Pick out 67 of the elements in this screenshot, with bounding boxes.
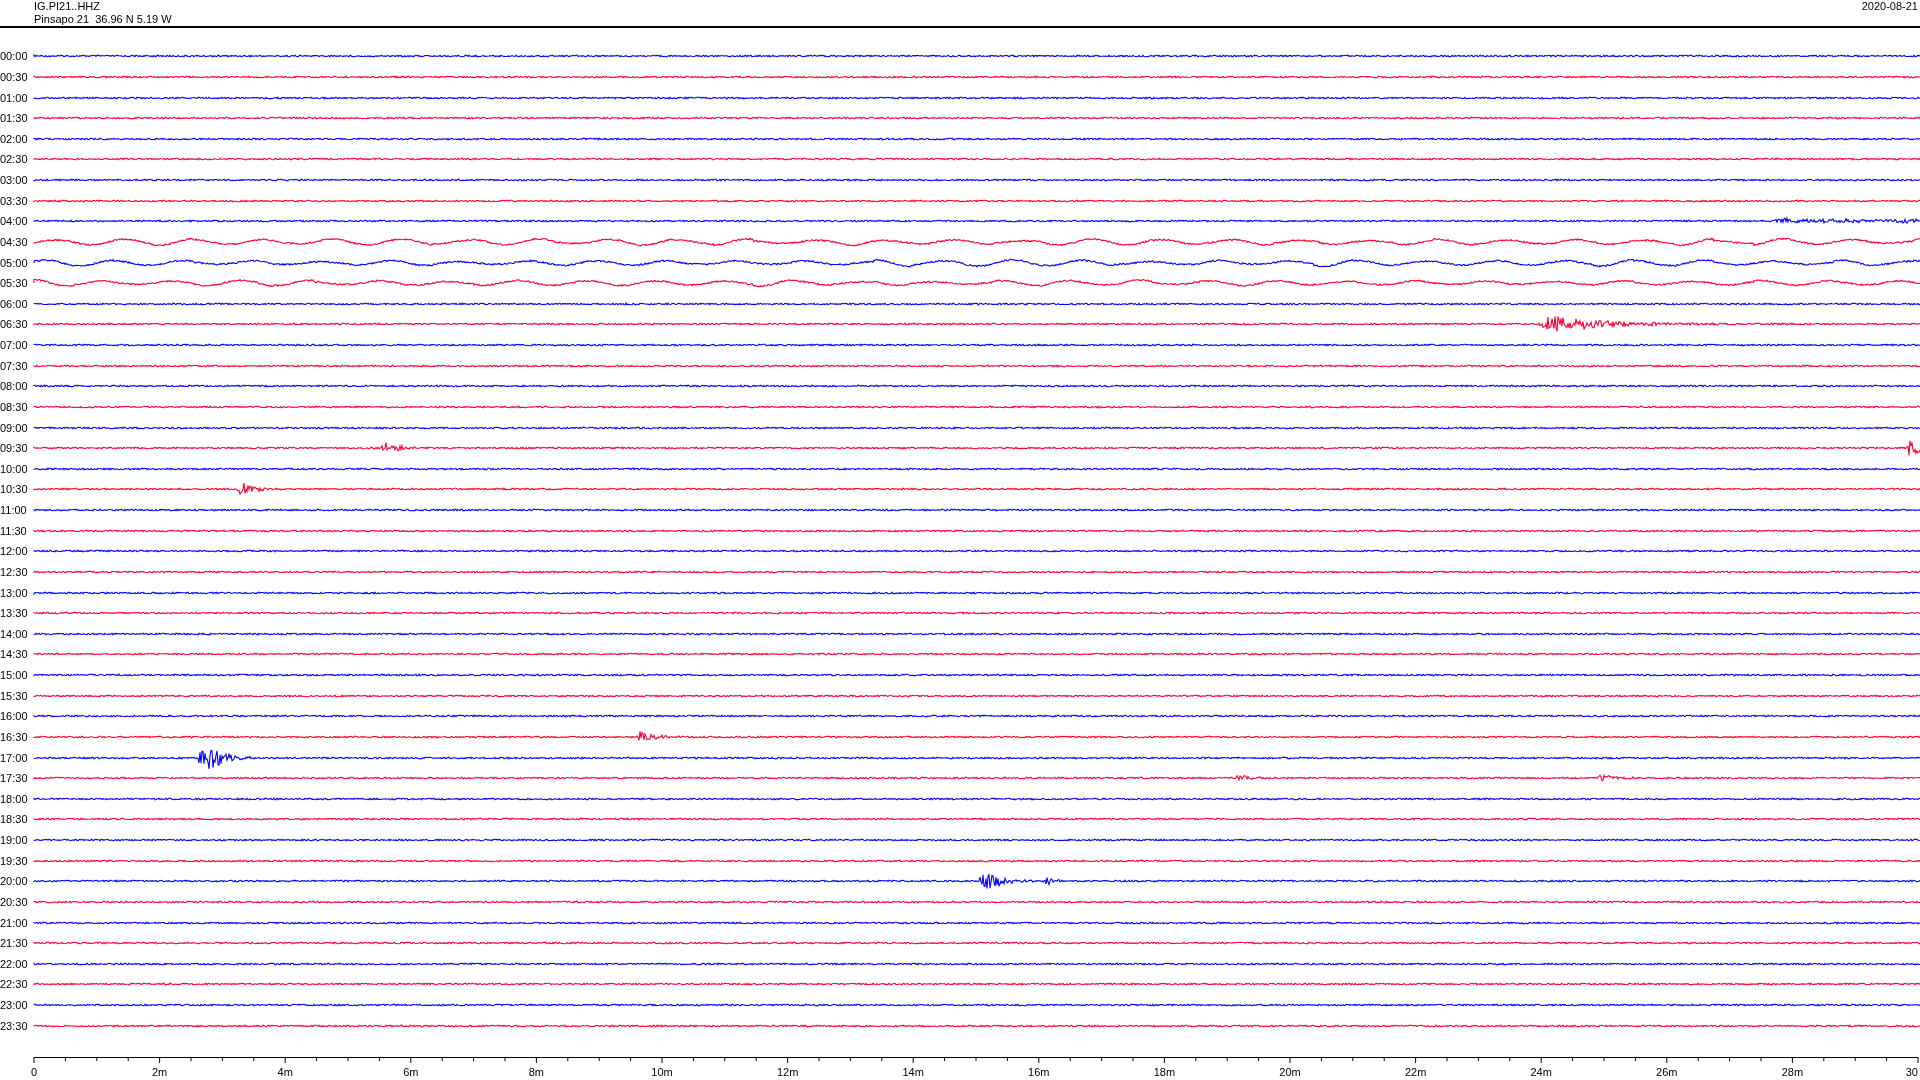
time-label: 17:30 xyxy=(0,772,28,785)
time-label: 11:00 xyxy=(0,504,27,517)
axis-label: 10m xyxy=(651,1066,673,1078)
time-label: 19:30 xyxy=(0,854,28,867)
time-label: 20:00 xyxy=(0,875,28,888)
time-label: 10:00 xyxy=(0,462,28,475)
time-label: 04:00 xyxy=(0,215,28,228)
axis-label: 4m xyxy=(277,1066,293,1078)
time-label: 22:30 xyxy=(0,978,28,991)
time-label: 14:00 xyxy=(0,627,28,640)
time-label: 07:00 xyxy=(0,339,28,352)
time-label: 08:00 xyxy=(0,380,28,393)
time-label: 12:30 xyxy=(0,565,28,578)
time-label: 18:30 xyxy=(0,813,28,826)
axis-label: 0 xyxy=(31,1066,38,1078)
axis-label: 14m xyxy=(902,1066,924,1078)
axis-label: 22m xyxy=(1404,1066,1427,1078)
axis-label: 26m xyxy=(1656,1066,1678,1078)
time-label: 23:30 xyxy=(0,1019,28,1032)
axis-label: 30 xyxy=(1905,1066,1918,1078)
axis-label: 28m xyxy=(1781,1066,1804,1078)
time-label: 03:00 xyxy=(0,174,28,187)
date-label: 2020-08-21 xyxy=(1861,0,1918,14)
time-label: 20:30 xyxy=(0,895,28,908)
time-label: 07:30 xyxy=(0,359,28,372)
axis-label: 2m xyxy=(151,1066,168,1078)
time-label: 08:30 xyxy=(0,400,28,413)
axis-label: 24m xyxy=(1530,1066,1552,1078)
time-label: 19:00 xyxy=(0,834,28,847)
time-label: 02:30 xyxy=(0,153,28,166)
axis-label: 6m xyxy=(403,1066,419,1078)
time-label: 00:30 xyxy=(0,70,28,83)
axis-label: 8m xyxy=(528,1066,545,1078)
station-code: IG.PI21..HHZ xyxy=(34,0,102,13)
time-label: 18:00 xyxy=(0,792,28,805)
time-label: 22:00 xyxy=(0,957,28,970)
time-label: 15:00 xyxy=(0,669,28,682)
station-location: Pinsapo 21 36.96 N 5.19 W xyxy=(34,13,172,26)
axis-label: 16m xyxy=(1028,1066,1050,1078)
time-label: 21:00 xyxy=(0,916,28,929)
time-label: 13:00 xyxy=(0,586,28,599)
time-label: 16:30 xyxy=(0,730,28,743)
time-label: 06:30 xyxy=(0,318,28,331)
axis-label: 12m xyxy=(776,1066,799,1078)
time-label: 14:30 xyxy=(0,648,28,661)
time-label: 05:30 xyxy=(0,277,28,290)
time-label: 15:30 xyxy=(0,689,28,702)
time-label: 17:00 xyxy=(0,751,28,764)
time-label: 04:30 xyxy=(0,235,28,248)
time-label: 02:00 xyxy=(0,132,28,145)
time-label: 10:30 xyxy=(0,483,28,496)
time-label: 11:30 xyxy=(0,524,27,537)
time-label: 21:30 xyxy=(0,937,28,950)
time-label: 05:00 xyxy=(0,256,28,269)
time-label: 03:30 xyxy=(0,194,28,207)
time-label: 23:00 xyxy=(0,999,28,1012)
time-label: 09:00 xyxy=(0,421,28,434)
time-label: 12:00 xyxy=(0,545,28,558)
axis-label: 18m xyxy=(1153,1066,1176,1078)
time-label: 13:30 xyxy=(0,607,28,620)
axis-label: 20m xyxy=(1279,1066,1301,1078)
time-label: 09:30 xyxy=(0,442,28,455)
time-label: 16:00 xyxy=(0,710,28,723)
time-label: 00:00 xyxy=(0,50,28,63)
time-label: 06:00 xyxy=(0,297,28,310)
time-label: 01:30 xyxy=(0,112,28,125)
time-label: 01:00 xyxy=(0,91,28,104)
